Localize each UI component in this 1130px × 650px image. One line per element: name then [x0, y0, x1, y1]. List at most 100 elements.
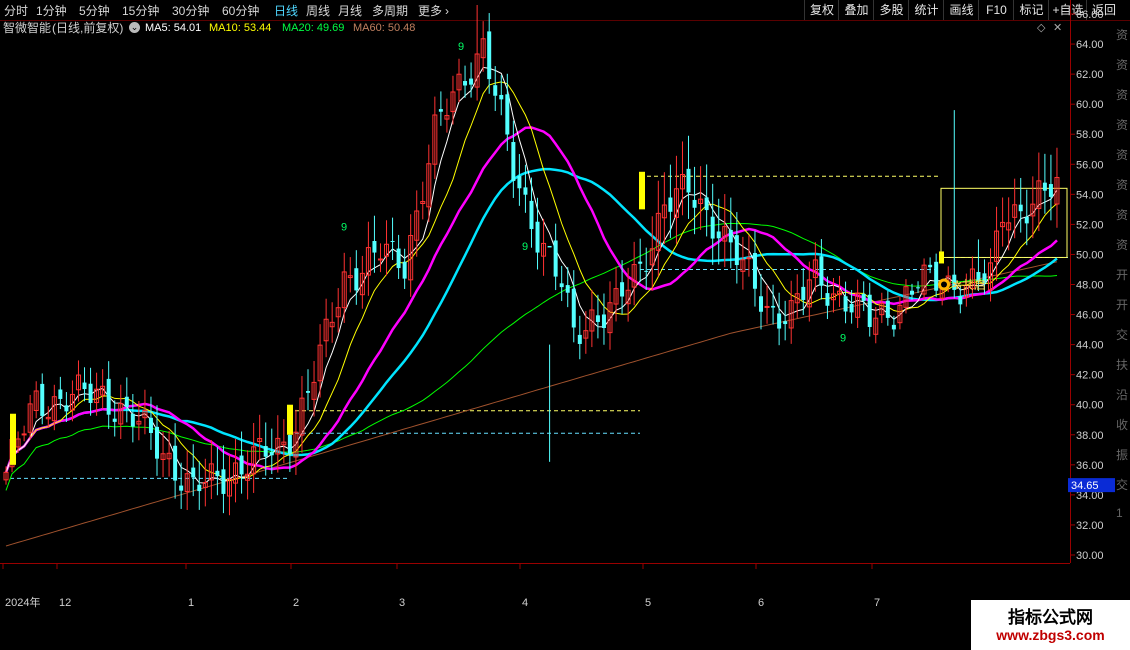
side-tab-glyph[interactable]: 资 — [1116, 206, 1128, 223]
y-tick-label: 60.00 — [1076, 99, 1104, 111]
candle-body — [269, 452, 274, 456]
candle-body — [58, 389, 63, 399]
y-tick-label: 46.00 — [1076, 310, 1104, 322]
candle-body — [910, 290, 914, 295]
x-tick-label: 3 — [399, 597, 405, 609]
candle-body — [861, 293, 866, 301]
side-tab-glyph[interactable]: 资 — [1116, 236, 1128, 253]
candle-body — [819, 256, 824, 286]
side-tab-glyph[interactable]: 扶 — [1116, 356, 1128, 373]
candle-body — [505, 94, 510, 135]
candle-body — [377, 258, 383, 261]
signal-bar — [287, 404, 293, 435]
candle-body — [130, 413, 135, 427]
candle-body — [783, 321, 788, 325]
y-tick-label: 54.00 — [1076, 189, 1104, 201]
x-tick-label: 1 — [188, 597, 194, 609]
candle-body — [638, 261, 643, 264]
side-tab-glyph[interactable]: 振 — [1116, 446, 1128, 463]
candle-body — [155, 426, 159, 459]
candle-body — [396, 248, 401, 269]
td-count-label: 9 — [458, 41, 464, 53]
candle-body — [764, 305, 770, 308]
side-tab-glyph[interactable]: 资 — [1116, 26, 1128, 43]
candle-body — [928, 264, 933, 268]
y-tick-label: 30.00 — [1076, 550, 1104, 562]
signal-bar — [939, 251, 944, 264]
candle-body — [306, 391, 310, 393]
candle-body — [752, 252, 757, 289]
candle-body — [692, 199, 697, 208]
side-panel-tabs: 资资资资资资资资开开交扶沿收振交1 — [1115, 20, 1130, 600]
candle-body — [21, 433, 27, 436]
candle-body — [547, 245, 552, 248]
candle-body — [517, 175, 522, 189]
candle-body — [372, 240, 377, 253]
y-tick-label: 42.00 — [1076, 370, 1104, 382]
candle-body — [686, 168, 691, 193]
signal-coin-hole-icon — [941, 281, 947, 288]
candle-body — [801, 286, 806, 300]
signal-bar — [10, 413, 16, 465]
y-tick-label: 64.00 — [1076, 39, 1104, 51]
candle-body — [40, 383, 45, 416]
candle-body — [88, 383, 93, 403]
y-tick-label: 52.00 — [1076, 219, 1104, 231]
y-tick-label: 50.00 — [1076, 249, 1104, 261]
candle-body — [565, 285, 570, 293]
ma10-line — [5, 81, 1058, 482]
candle-body — [885, 300, 890, 318]
candle-body — [535, 221, 540, 253]
kline-chart[interactable]: 66.00 64.00 62.00 60.00 58.00 56.00 54.00 52.00… — [0, 0, 1130, 613]
side-tab-glyph[interactable]: 1 — [1116, 506, 1123, 520]
side-tab-glyph[interactable]: 开 — [1116, 266, 1128, 283]
side-tab-glyph[interactable]: 收 — [1116, 416, 1128, 433]
candle-body — [595, 315, 600, 322]
candle-body — [287, 434, 292, 454]
side-tab-glyph[interactable]: 交 — [1116, 476, 1128, 493]
y-tick-label: 36.00 — [1076, 460, 1104, 472]
y-tick-label: 58.00 — [1076, 129, 1104, 141]
candle-body — [668, 197, 673, 212]
candle-body — [112, 418, 117, 422]
ma60-line — [5, 222, 1058, 491]
td-count-label: 9 — [522, 241, 528, 253]
side-tab-glyph[interactable]: 资 — [1116, 146, 1128, 163]
x-tick-label: 2 — [293, 597, 299, 609]
td-count-label: 9 — [341, 221, 347, 233]
candle-body — [771, 305, 776, 308]
candle-body — [463, 81, 468, 86]
side-tab-glyph[interactable]: 资 — [1116, 176, 1128, 193]
candle-body — [710, 216, 715, 239]
candle-body — [620, 282, 625, 297]
watermark-url: www.zbgs3.com — [996, 627, 1105, 643]
candle-body — [867, 294, 872, 327]
candle-body — [82, 382, 87, 390]
side-tab-glyph[interactable]: 沿 — [1116, 386, 1128, 403]
candle-body — [559, 283, 564, 288]
ma-long-line — [5, 261, 1058, 547]
x-tick-label: 2024年 — [5, 595, 40, 609]
side-tab-glyph[interactable]: 交 — [1116, 326, 1128, 343]
candle-body — [487, 31, 492, 80]
candle-body — [1024, 216, 1029, 224]
candle-body — [916, 287, 921, 289]
candle-body — [704, 197, 709, 211]
x-tick-label: 7 — [874, 597, 880, 609]
candle-body — [191, 467, 196, 478]
y-tick-label: 66.00 — [1076, 9, 1104, 21]
side-tab-glyph[interactable]: 资 — [1116, 86, 1128, 103]
candle-body — [849, 303, 854, 313]
candle-body — [239, 455, 244, 475]
x-tick-label: 5 — [645, 597, 651, 609]
side-tab-glyph[interactable]: 资 — [1116, 116, 1128, 133]
y-tick-label: 56.00 — [1076, 159, 1104, 171]
candle-body — [511, 142, 516, 181]
side-tab-glyph[interactable]: 开 — [1116, 296, 1128, 313]
candle-body — [390, 240, 395, 242]
candle-body — [197, 484, 202, 492]
candle-body — [1018, 204, 1023, 212]
side-tab-glyph[interactable]: 资 — [1116, 56, 1128, 73]
candle-body — [106, 378, 111, 415]
candle-body — [746, 257, 752, 260]
